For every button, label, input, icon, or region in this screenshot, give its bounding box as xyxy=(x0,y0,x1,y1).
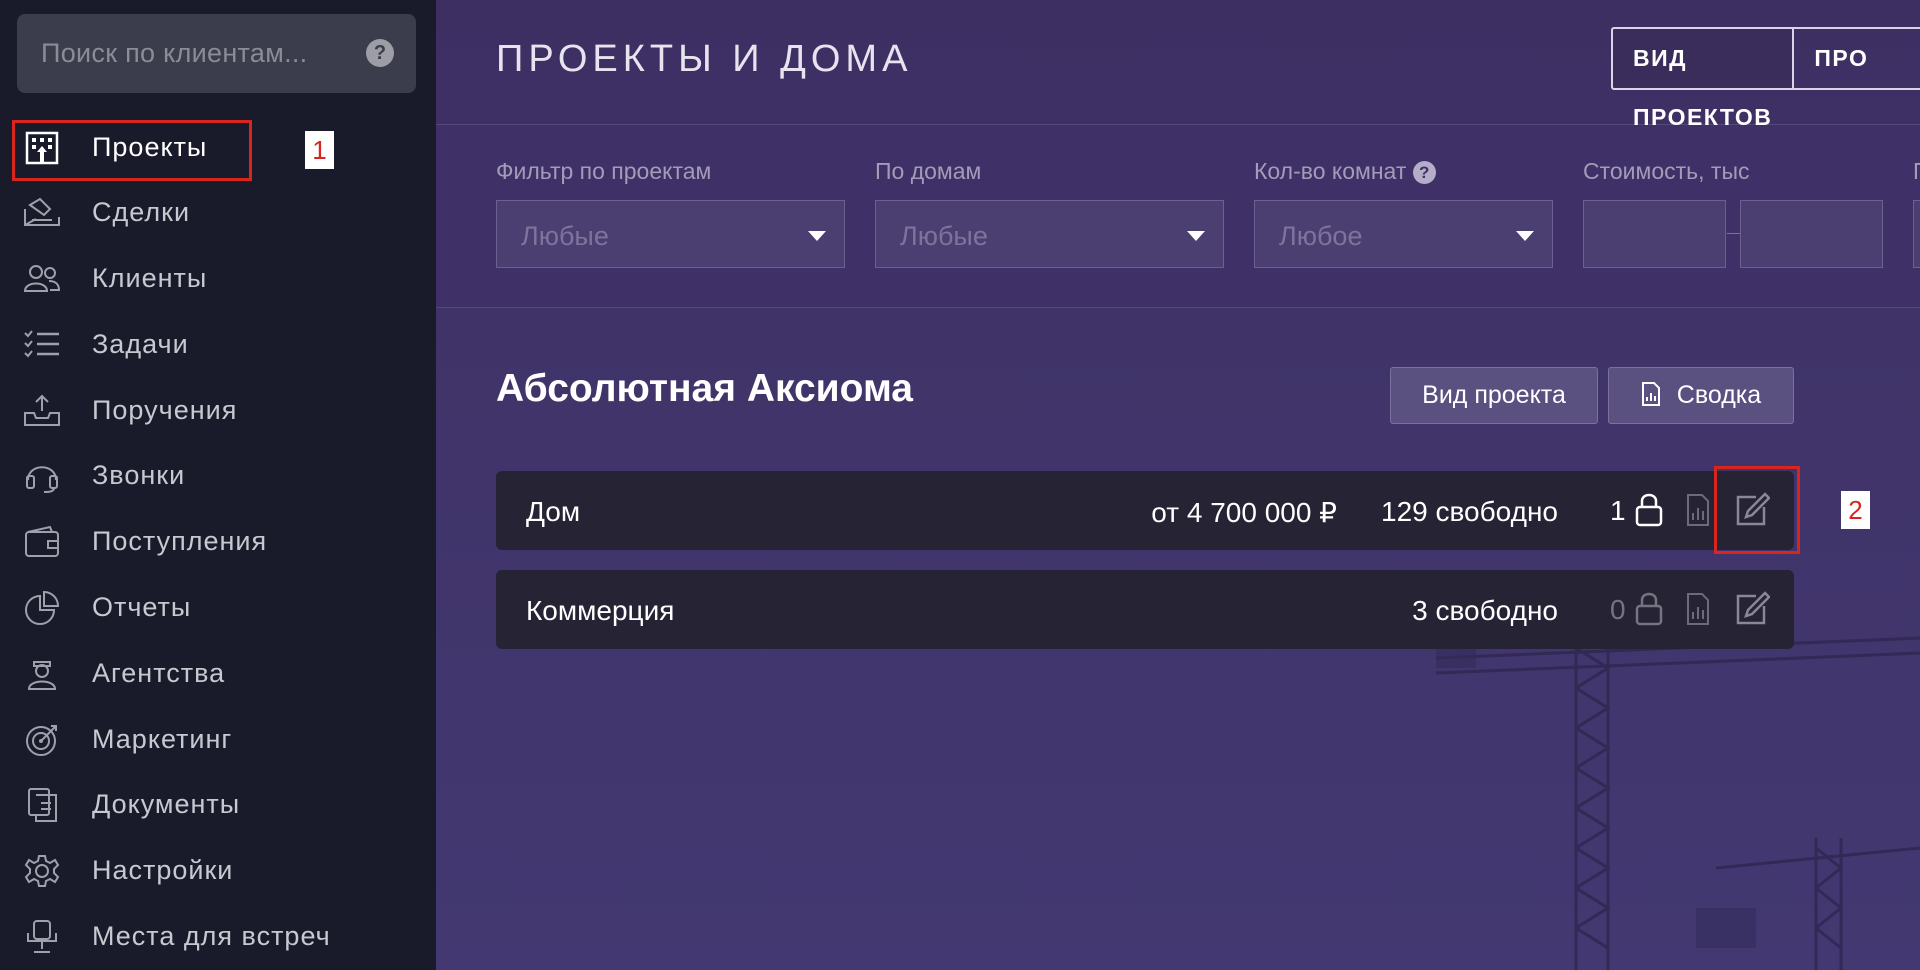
view-projects-button[interactable]: ВИД ПРОЕКТОВ xyxy=(1611,27,1795,130)
lock-icon xyxy=(1631,590,1667,628)
headset-icon xyxy=(22,458,62,494)
view-project-button[interactable]: Вид проекта xyxy=(1390,367,1598,424)
caret-down-icon xyxy=(808,231,826,241)
cost-from-input[interactable] xyxy=(1583,200,1726,268)
filter-extra-label: П xyxy=(1913,158,1920,186)
filter-houses-value: Любые xyxy=(900,221,988,251)
sidebar: Поиск по клиентам... ? Проекты Сделки Кл… xyxy=(0,0,436,970)
filter-projects-label: Фильтр по проектам xyxy=(496,158,712,184)
caret-down-icon xyxy=(1187,231,1205,241)
filter-projects: Фильтр по проектам Любые xyxy=(496,158,845,268)
house-name: Коммерция xyxy=(526,595,675,626)
house-price: от 4 700 000 ₽ xyxy=(1151,497,1337,528)
filter-cost-label: Стоимость, тыс xyxy=(1583,158,1750,184)
filter-rooms-label: Кол-во комнат xyxy=(1254,158,1407,184)
sidebar-item-label: Отчеты xyxy=(92,592,192,622)
sidebar-item-label: Сделки xyxy=(92,197,191,227)
sidebar-item-clients[interactable]: Клиенты xyxy=(0,249,436,309)
sidebar-item-label: Клиенты xyxy=(92,263,208,293)
view-toggle: ВИД ПРОЕКТОВ ПРО xyxy=(1611,27,1920,130)
house-name: Дом xyxy=(526,496,581,527)
caret-down-icon xyxy=(1516,231,1534,241)
sidebar-item-deals[interactable]: Сделки xyxy=(0,183,436,243)
sidebar-item-tasks[interactable]: Задачи xyxy=(0,315,436,375)
report-file-icon xyxy=(1641,371,1661,426)
filter-houses-label: По домам xyxy=(875,158,982,184)
filter-extra: П xyxy=(1913,158,1920,186)
filter-rooms-label-wrap: Кол-во комнат ? xyxy=(1254,158,1553,186)
house-locked-count: 0 xyxy=(1610,594,1626,625)
filter-projects-select[interactable]: Любые xyxy=(496,200,845,268)
sidebar-item-receipts[interactable]: Поступления xyxy=(0,512,436,572)
filter-rooms-select[interactable]: Любое xyxy=(1254,200,1553,268)
sidebar-item-label: Агентства xyxy=(92,658,226,688)
agent-icon xyxy=(22,656,62,692)
house-free-count: 129 свободно xyxy=(1381,496,1558,527)
sidebar-item-meeting-places[interactable]: Места для встреч xyxy=(0,907,436,967)
sidebar-item-settings[interactable]: Настройки xyxy=(0,841,436,901)
filter-houses-select[interactable]: Любые xyxy=(875,200,1224,268)
filter-projects-value: Любые xyxy=(521,221,609,251)
filter-rooms: Кол-во комнат ? Любое xyxy=(1254,158,1553,268)
sidebar-item-label: Настройки xyxy=(92,855,234,885)
sidebar-item-label: Задачи xyxy=(92,329,189,359)
view-project-label: Вид проекта xyxy=(1422,381,1566,409)
lock-icon xyxy=(1631,491,1667,529)
annotation-box-2 xyxy=(1714,466,1800,554)
target-icon xyxy=(22,722,62,758)
house-row[interactable]: Дом от 4 700 000 ₽ 129 свободно 1 xyxy=(496,471,1794,550)
pie-chart-icon xyxy=(22,590,62,626)
filters-bar: Фильтр по проектам Любые По домам Любые … xyxy=(436,126,1920,308)
summary-button[interactable]: Сводка xyxy=(1608,367,1794,424)
documents-icon xyxy=(22,787,62,823)
annotation-label-2: 2 xyxy=(1841,491,1870,529)
filter-cost: Стоимость, тыс xyxy=(1583,158,1883,186)
sidebar-item-label: Маркетинг xyxy=(92,724,233,754)
sidebar-item-label: Поступления xyxy=(92,526,268,556)
task-list-icon xyxy=(22,327,62,363)
client-search-input[interactable]: Поиск по клиентам... ? xyxy=(17,14,416,93)
page-title: ПРОЕКТЫ И ДОМА xyxy=(496,38,913,80)
annotation-label-1: 1 xyxy=(305,131,334,169)
sidebar-item-calls[interactable]: Звонки xyxy=(0,446,436,506)
house-locked-count: 1 xyxy=(1610,495,1626,526)
sidebar-item-label: Поручения xyxy=(92,395,238,425)
edit-icon[interactable] xyxy=(1732,590,1771,628)
report-file-icon[interactable] xyxy=(1680,491,1716,529)
inbox-upload-icon xyxy=(22,393,62,429)
annotation-box-1 xyxy=(12,120,252,181)
sidebar-item-documents[interactable]: Документы xyxy=(0,775,436,835)
view-other-button[interactable]: ПРО xyxy=(1794,27,1920,90)
house-free-count: 3 свободно xyxy=(1412,595,1558,626)
meeting-place-icon xyxy=(22,919,62,955)
sidebar-item-label: Звонки xyxy=(92,460,186,490)
filter-rooms-value: Любое xyxy=(1279,221,1363,251)
page-header: ПРОЕКТЫ И ДОМА ВИД ПРОЕКТОВ ПРО xyxy=(436,0,1920,130)
house-row[interactable]: Коммерция 3 свободно 0 xyxy=(496,570,1794,649)
search-placeholder: Поиск по клиентам... xyxy=(41,38,308,68)
report-file-icon[interactable] xyxy=(1680,590,1716,628)
cost-to-input[interactable] xyxy=(1740,200,1883,268)
sidebar-item-reports[interactable]: Отчеты xyxy=(0,578,436,638)
main-content: ПРОЕКТЫ И ДОМА ВИД ПРОЕКТОВ ПРО Фильтр п… xyxy=(436,0,1920,970)
project-title: Абсолютная Аксиома xyxy=(496,367,913,410)
wallet-icon xyxy=(22,524,62,560)
sidebar-item-label: Документы xyxy=(92,789,241,819)
sidebar-item-assignments[interactable]: Поручения xyxy=(0,381,436,441)
handshake-icon xyxy=(22,195,62,231)
filter-houses: По домам Любые xyxy=(875,158,1224,268)
summary-label: Сводка xyxy=(1676,381,1762,409)
question-circle-icon[interactable]: ? xyxy=(1412,161,1436,184)
users-icon xyxy=(22,261,62,297)
gear-icon xyxy=(22,853,62,889)
sidebar-item-marketing[interactable]: Маркетинг xyxy=(0,710,436,770)
filter-extra-input[interactable] xyxy=(1913,200,1920,268)
sidebar-item-label: Места для встреч xyxy=(92,921,331,951)
sidebar-item-agencies[interactable]: Агентства xyxy=(0,644,436,704)
question-circle-icon[interactable]: ? xyxy=(366,39,394,67)
